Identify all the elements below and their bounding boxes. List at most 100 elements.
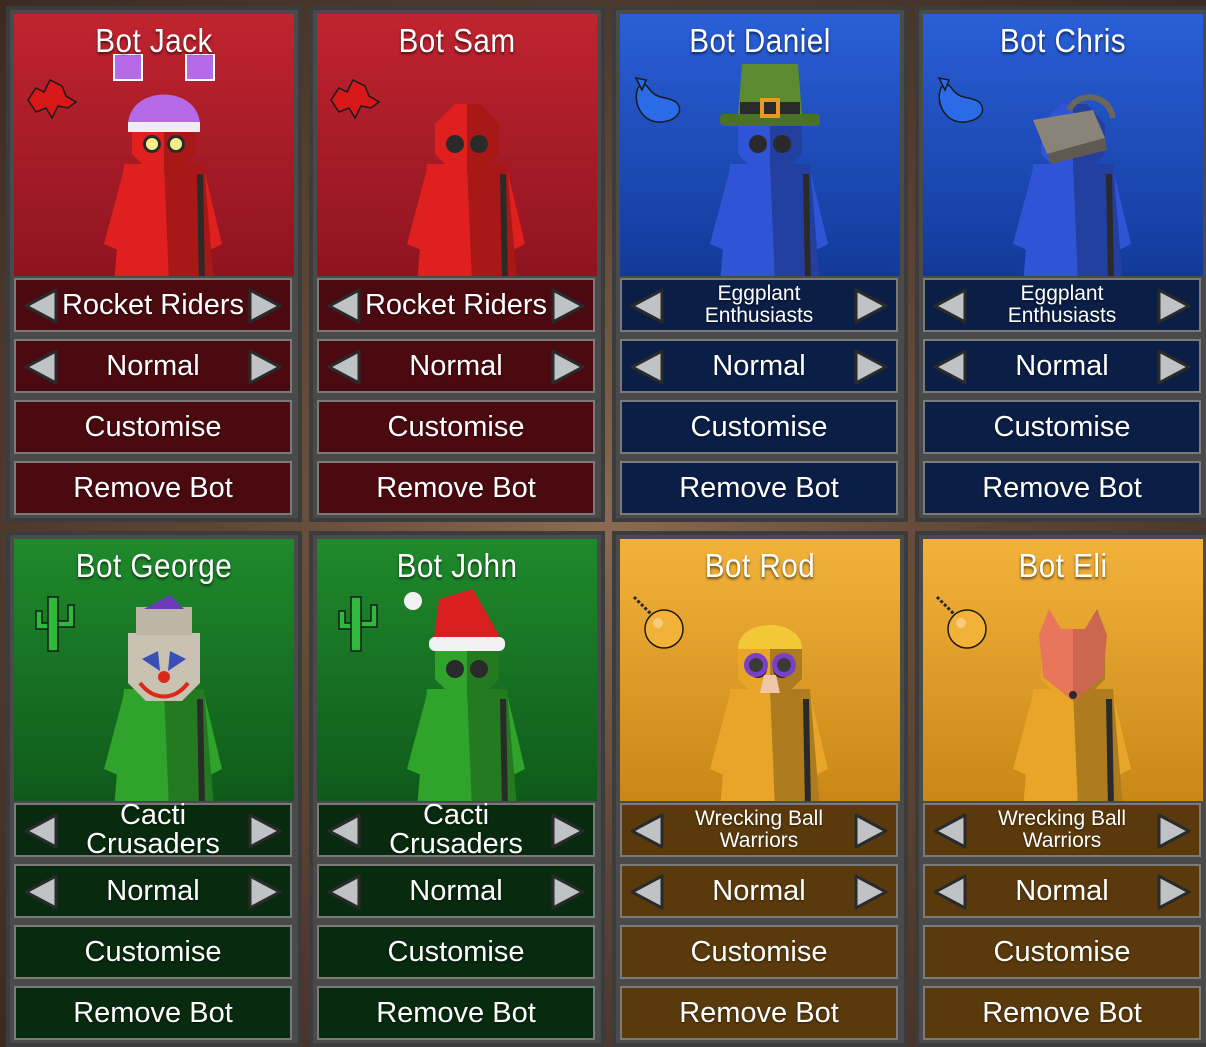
previous-arrow-icon[interactable] [931,872,969,912]
bot-name: Bot Chris [999,22,1127,59]
next-arrow-icon[interactable] [852,811,890,851]
next-arrow-icon[interactable] [549,347,587,387]
previous-arrow-icon[interactable] [22,872,60,912]
next-arrow-icon[interactable] [246,872,284,912]
next-arrow-icon[interactable] [1155,286,1193,326]
bot-character [74,53,254,276]
bot-card: Bot Jack Rocket Riders Normal Customise Remo… [6,6,302,522]
remove-bot-button-label: Remove Bot [376,996,536,1029]
difficulty-selector-label: Normal [409,349,503,382]
next-arrow-icon[interactable] [1155,811,1193,851]
next-arrow-icon[interactable] [852,347,890,387]
remove-bot-button[interactable]: Remove Bot [923,986,1201,1040]
team-selector-label: Cacti Crusaders [389,799,523,860]
bot-selection-grid: Bot Jack Rocket Riders Normal Customise Remo… [0,0,1206,1047]
remove-bot-button[interactable]: Remove Bot [14,461,292,515]
next-arrow-icon[interactable] [1155,872,1193,912]
remove-bot-button-label: Remove Bot [73,996,233,1029]
previous-arrow-icon[interactable] [22,286,60,326]
next-arrow-icon[interactable] [246,286,284,326]
customise-button[interactable]: Customise [923,925,1201,979]
previous-arrow-icon[interactable] [325,347,363,387]
difficulty-selector: Normal [14,339,292,393]
previous-arrow-icon[interactable] [22,347,60,387]
bot-preview: Bot Jack [14,14,294,276]
remove-bot-button-label: Remove Bot [982,996,1142,1029]
next-arrow-icon[interactable] [246,347,284,387]
remove-bot-button[interactable]: Remove Bot [923,461,1201,515]
customise-button-label: Customise [690,935,828,968]
customise-button-label: Customise [387,410,525,443]
next-arrow-icon[interactable] [246,811,284,851]
bot-preview: Bot Daniel [620,14,900,276]
difficulty-selector-label: Normal [1015,349,1109,382]
previous-arrow-icon[interactable] [325,872,363,912]
wrecking-ball-icon [628,591,688,655]
previous-arrow-icon[interactable] [931,286,969,326]
eggplant-icon [931,66,991,130]
difficulty-selector-label: Normal [712,349,806,382]
bot-card: Bot Eli Wrecking Ball Warriors Normal Custo… [915,531,1206,1047]
team-selector: Cacti Crusaders [317,799,595,860]
previous-arrow-icon[interactable] [628,347,666,387]
previous-arrow-icon[interactable] [931,347,969,387]
remove-bot-button[interactable]: Remove Bot [620,986,898,1040]
next-arrow-icon[interactable] [852,286,890,326]
team-selector: Wrecking Ball Warriors [923,803,1201,857]
next-arrow-icon[interactable] [549,872,587,912]
previous-arrow-icon[interactable] [325,811,363,851]
customise-button[interactable]: Customise [14,925,292,979]
bot-character [74,579,254,801]
previous-arrow-icon[interactable] [22,811,60,851]
previous-arrow-icon[interactable] [628,811,666,851]
remove-bot-button[interactable]: Remove Bot [317,986,595,1040]
bot-card: Bot Daniel Eggplant Enthusiasts Normal Cust… [612,6,908,522]
customise-button[interactable]: Customise [620,400,898,454]
team-selector: Rocket Riders [317,278,595,332]
remove-bot-button[interactable]: Remove Bot [317,461,595,515]
team-selector-label: Rocket Riders [61,288,245,321]
customise-button[interactable]: Customise [14,400,292,454]
remove-bot-button-label: Remove Bot [376,471,536,504]
customise-button[interactable]: Customise [923,400,1201,454]
bot-character [680,579,860,801]
rocket-icon [22,66,82,130]
bot-name: Bot Sam [398,22,516,59]
remove-bot-button-label: Remove Bot [73,471,233,504]
difficulty-selector-label: Normal [1015,874,1109,907]
team-selector: Cacti Crusaders [14,799,292,860]
next-arrow-icon[interactable] [549,811,587,851]
previous-arrow-icon[interactable] [325,286,363,326]
eggplant-icon [628,66,688,130]
next-arrow-icon[interactable] [549,286,587,326]
remove-bot-button[interactable]: Remove Bot [14,986,292,1040]
bot-character [983,54,1163,276]
previous-arrow-icon[interactable] [628,872,666,912]
bot-preview: Bot John [317,539,597,801]
bot-name: Bot Jack [95,22,213,59]
bot-character [377,54,557,276]
team-selector-label: Eggplant Enthusiasts [1007,282,1117,327]
bot-card: Bot George Cacti Crusaders Normal Customise… [6,531,302,1047]
cactus-icon [22,591,82,655]
customise-button[interactable]: Customise [317,925,595,979]
bot-preview: Bot George [14,539,294,801]
customise-button[interactable]: Customise [620,925,898,979]
previous-arrow-icon[interactable] [628,286,666,326]
team-selector-label: Eggplant Enthusiasts [704,282,814,327]
remove-bot-button[interactable]: Remove Bot [620,461,898,515]
bot-card: Bot Sam Rocket Riders Normal Customise Remov… [309,6,605,522]
previous-arrow-icon[interactable] [931,811,969,851]
team-selector-label: Rocket Riders [364,288,548,321]
bot-preview: Bot Sam [317,14,597,276]
next-arrow-icon[interactable] [852,872,890,912]
bot-preview: Bot Chris [923,14,1203,276]
customise-button[interactable]: Customise [317,400,595,454]
bot-card: Bot Chris Eggplant Enthusiasts Normal Custo… [915,6,1206,522]
next-arrow-icon[interactable] [1155,347,1193,387]
rocket-icon [325,66,385,130]
team-selector-label: Cacti Crusaders [86,799,220,860]
customise-button-label: Customise [993,410,1131,443]
team-selector: Eggplant Enthusiasts [620,278,898,332]
team-selector: Eggplant Enthusiasts [923,278,1201,332]
